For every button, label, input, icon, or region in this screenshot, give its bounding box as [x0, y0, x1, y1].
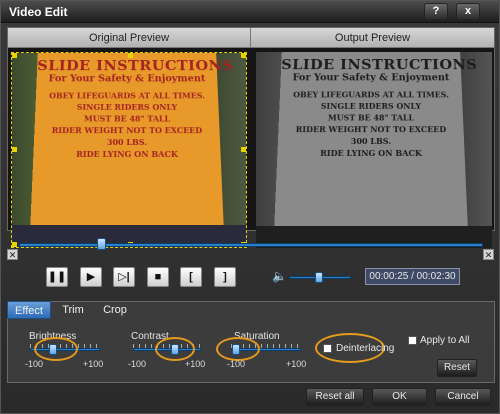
mark-out-icon: ]: [223, 271, 227, 283]
deinterlacing-label: Deinterlacing: [336, 343, 395, 354]
sign-text: For Your Safety & Enjoyment: [48, 73, 206, 85]
volume-icon: 🔈: [272, 269, 287, 283]
saturation-highlight: [216, 337, 260, 361]
brightness-max: +100: [83, 359, 104, 369]
sign-text: RIDE LYING ON BACK: [320, 147, 422, 158]
timeline-track[interactable]: [19, 243, 483, 247]
sign-text: RIDE LYING ON BACK: [76, 148, 178, 159]
sign-text: 300 LBS.: [106, 137, 148, 147]
mark-in-icon: [: [189, 271, 193, 283]
brightness-highlight: [34, 337, 78, 361]
sign-text: SLIDE INSTRUCTIONS: [36, 57, 234, 74]
deinterlacing-checkbox[interactable]: [323, 344, 332, 353]
tab-trim[interactable]: Trim: [57, 301, 89, 319]
crop-handle[interactable]: [12, 53, 17, 58]
mark-in-button[interactable]: [: [180, 267, 202, 287]
sign-text: For Your Safety & Enjoyment: [292, 72, 450, 84]
stop-icon: ■: [154, 271, 162, 283]
volume-slider-thumb[interactable]: [315, 272, 323, 283]
crop-handle[interactable]: [241, 147, 246, 152]
mark-out-button[interactable]: ]: [214, 267, 236, 287]
stop-button[interactable]: ■: [147, 267, 169, 287]
sign-text: OBEY LIFEGUARDS AT ALL TIMES.: [48, 90, 206, 101]
titlebar: Video Edit ? x: [1, 1, 499, 23]
crop-handle[interactable]: [12, 147, 17, 152]
apply-to-all-checkbox[interactable]: [408, 336, 417, 345]
pause-button[interactable]: ❚❚: [46, 267, 68, 287]
sign-text: SLIDE INSTRUCTIONS: [280, 56, 478, 73]
timeline-playhead[interactable]: [97, 238, 106, 250]
contrast-max: +100: [185, 359, 206, 369]
next-frame-icon: ▷|: [118, 271, 130, 283]
output-preview-header: Output Preview: [251, 28, 494, 48]
sign-text: 300 LBS.: [350, 136, 392, 146]
tab-crop[interactable]: Crop: [99, 301, 131, 319]
time-display: 00:00:25 / 00:02:30: [365, 268, 460, 285]
next-frame-button[interactable]: ▷|: [113, 267, 135, 287]
play-icon: ▶: [86, 271, 96, 283]
reset-all-button[interactable]: Reset all: [306, 388, 364, 406]
brightness-min: -100: [25, 359, 44, 369]
window-title: Video Edit: [9, 5, 68, 19]
preview-area: Original Preview Output Preview SLIDE IN…: [7, 27, 495, 248]
timeline: ✕ ✕: [7, 235, 495, 260]
sign-text: SINGLE RIDERS ONLY: [320, 101, 422, 111]
original-preview-header: Original Preview: [8, 28, 251, 48]
trim-start-marker-icon[interactable]: ✕: [7, 249, 18, 260]
crop-handle[interactable]: [241, 53, 246, 58]
close-button[interactable]: x: [456, 3, 480, 20]
sign-text: MUST BE 48" TALL: [83, 113, 171, 124]
sign-text: RIDER WEIGHT NOT TO EXCEED: [51, 125, 203, 136]
saturation-max: +100: [286, 359, 307, 369]
contrast-min: -100: [128, 359, 147, 369]
cancel-button[interactable]: Cancel: [435, 388, 491, 406]
trim-end-marker-icon[interactable]: ✕: [483, 249, 494, 260]
saturation-min: -100: [227, 359, 246, 369]
play-button[interactable]: ▶: [80, 267, 102, 287]
sign-text: MUST BE 48" TALL: [327, 112, 415, 123]
pause-icon: ❚❚: [47, 271, 67, 283]
sign-image: SLIDE INSTRUCTIONS For Your Safety & Enj…: [29, 53, 234, 239]
apply-to-all-label: Apply to All: [420, 335, 470, 346]
tab-effect[interactable]: Effect: [7, 301, 51, 319]
reset-button[interactable]: Reset: [437, 359, 477, 377]
output-preview-frame: SLIDE INSTRUCTIONS For Your Safety & Enj…: [256, 52, 492, 248]
sign-text: SINGLE RIDERS ONLY: [76, 102, 178, 112]
sign-image-output: SLIDE INSTRUCTIONS For Your Safety & Enj…: [273, 52, 478, 238]
video-edit-window: Video Edit ? x Original Preview Output P…: [0, 0, 500, 414]
sign-text: OBEY LIFEGUARDS AT ALL TIMES.: [292, 89, 450, 100]
help-button[interactable]: ?: [424, 3, 448, 20]
sign-text: RIDER WEIGHT NOT TO EXCEED: [295, 124, 447, 135]
crop-handle[interactable]: [128, 53, 133, 58]
ok-button[interactable]: OK: [372, 388, 427, 406]
contrast-highlight: [155, 337, 195, 361]
original-preview-frame: SLIDE INSTRUCTIONS For Your Safety & Enj…: [11, 52, 247, 248]
